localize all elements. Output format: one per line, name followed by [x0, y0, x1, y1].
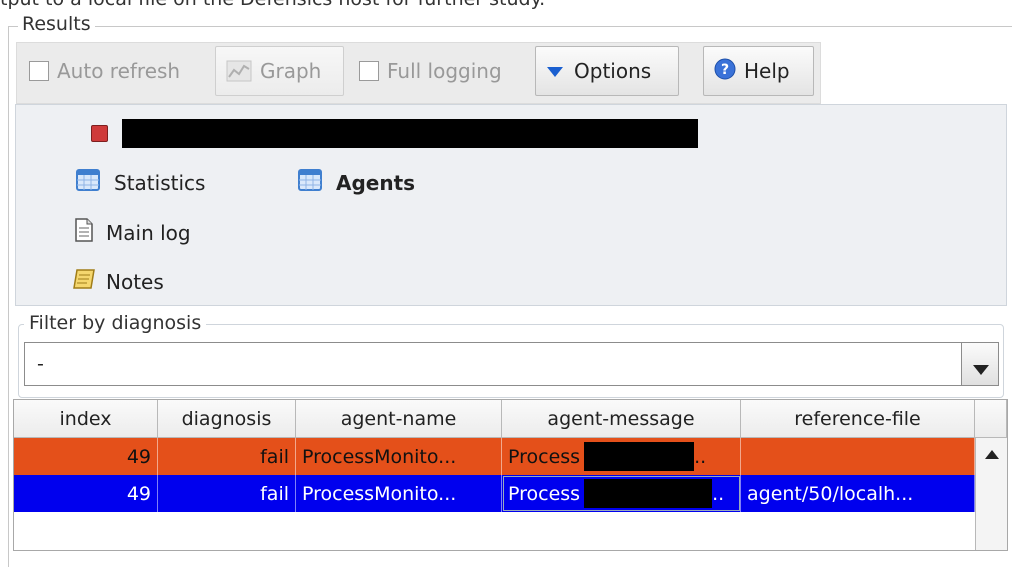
main-log-label: Main log	[106, 220, 191, 245]
redacted-root-label	[122, 119, 698, 148]
statistics-label: Statistics	[114, 170, 206, 195]
auto-refresh-checkbox[interactable]: Auto refresh	[29, 48, 180, 94]
redacted-message	[584, 479, 713, 508]
column-header-index[interactable]: index	[14, 400, 158, 438]
notes-icon	[72, 268, 96, 295]
cell-agent-message: Process ..	[502, 475, 741, 512]
auto-refresh-label: Auto refresh	[57, 59, 181, 83]
column-header-diagnosis[interactable]: diagnosis	[158, 400, 296, 438]
agent-message-ellipsis: ..	[694, 445, 707, 468]
results-title: Results	[18, 13, 95, 35]
cell-index: 49	[14, 438, 158, 475]
full-logging-checkbox[interactable]: Full logging	[359, 48, 502, 94]
notes-label: Notes	[106, 269, 164, 294]
document-icon	[74, 218, 94, 247]
cell-reference-file	[741, 438, 975, 475]
cell-index: 49	[14, 475, 158, 512]
agent-message-text: Process	[508, 445, 581, 468]
table-icon	[298, 169, 322, 196]
options-button[interactable]: Options	[535, 46, 679, 96]
svg-text:?: ?	[721, 62, 729, 78]
filter-dropdown-button[interactable]	[961, 342, 999, 386]
scroll-up-button[interactable]	[976, 438, 1007, 468]
cell-agent-name: ProcessMonito...	[296, 438, 502, 475]
full-logging-label: Full logging	[387, 59, 502, 83]
results-tree-panel: Statistics Agents Main log Notes	[15, 104, 1007, 306]
auto-refresh-box[interactable]	[29, 61, 49, 81]
agent-message-text: Process	[508, 482, 581, 505]
column-header-reference-file[interactable]: reference-file	[741, 400, 975, 438]
options-label: Options	[574, 59, 652, 83]
tree-item-statistics[interactable]: Statistics	[76, 169, 205, 196]
cell-diagnosis: fail	[158, 438, 296, 475]
tree-item-agents[interactable]: Agents	[298, 169, 415, 196]
table-icon	[76, 169, 100, 196]
help-label: Help	[744, 59, 790, 83]
tree-item-notes[interactable]: Notes	[72, 268, 164, 295]
help-icon: ?	[714, 58, 736, 85]
triangle-down-icon	[546, 59, 564, 83]
column-header-corner	[975, 400, 1007, 438]
column-header-agent-name[interactable]: agent-name	[296, 400, 502, 438]
cell-agent-name: ProcessMonito...	[296, 475, 502, 512]
graph-label: Graph	[260, 59, 322, 83]
tree-item-main-log[interactable]: Main log	[74, 218, 191, 247]
triangle-up-icon	[984, 444, 999, 463]
cell-agent-message: Process ..	[502, 438, 741, 475]
column-header-agent-message[interactable]: agent-message	[502, 400, 741, 438]
help-button[interactable]: ? Help	[703, 46, 814, 96]
tree-root-node[interactable]	[91, 119, 698, 148]
graph-button[interactable]: Graph	[215, 46, 344, 96]
agents-table: index diagnosis agent-name agent-message…	[13, 399, 1008, 551]
red-square-icon	[91, 125, 108, 142]
full-logging-box[interactable]	[359, 61, 379, 81]
top-caption: tput to a local file on the Defensics ho…	[0, 0, 545, 10]
graph-icon	[226, 60, 252, 82]
cell-diagnosis: fail	[158, 475, 296, 512]
diagnosis-filter-select[interactable]: -	[24, 342, 962, 386]
triangle-down-icon	[973, 360, 989, 379]
agents-label: Agents	[336, 170, 416, 195]
results-toolbar: Auto refresh Graph Full logging Options …	[16, 42, 821, 104]
redacted-message	[584, 442, 695, 471]
filter-label: Filter by diagnosis	[24, 312, 207, 334]
table-vertical-scrollbar[interactable]	[975, 438, 1007, 550]
cell-reference-file: agent/50/localh...	[741, 475, 975, 512]
diagnosis-filter-value: -	[37, 353, 44, 375]
agent-message-ellipsis: ..	[712, 482, 725, 505]
